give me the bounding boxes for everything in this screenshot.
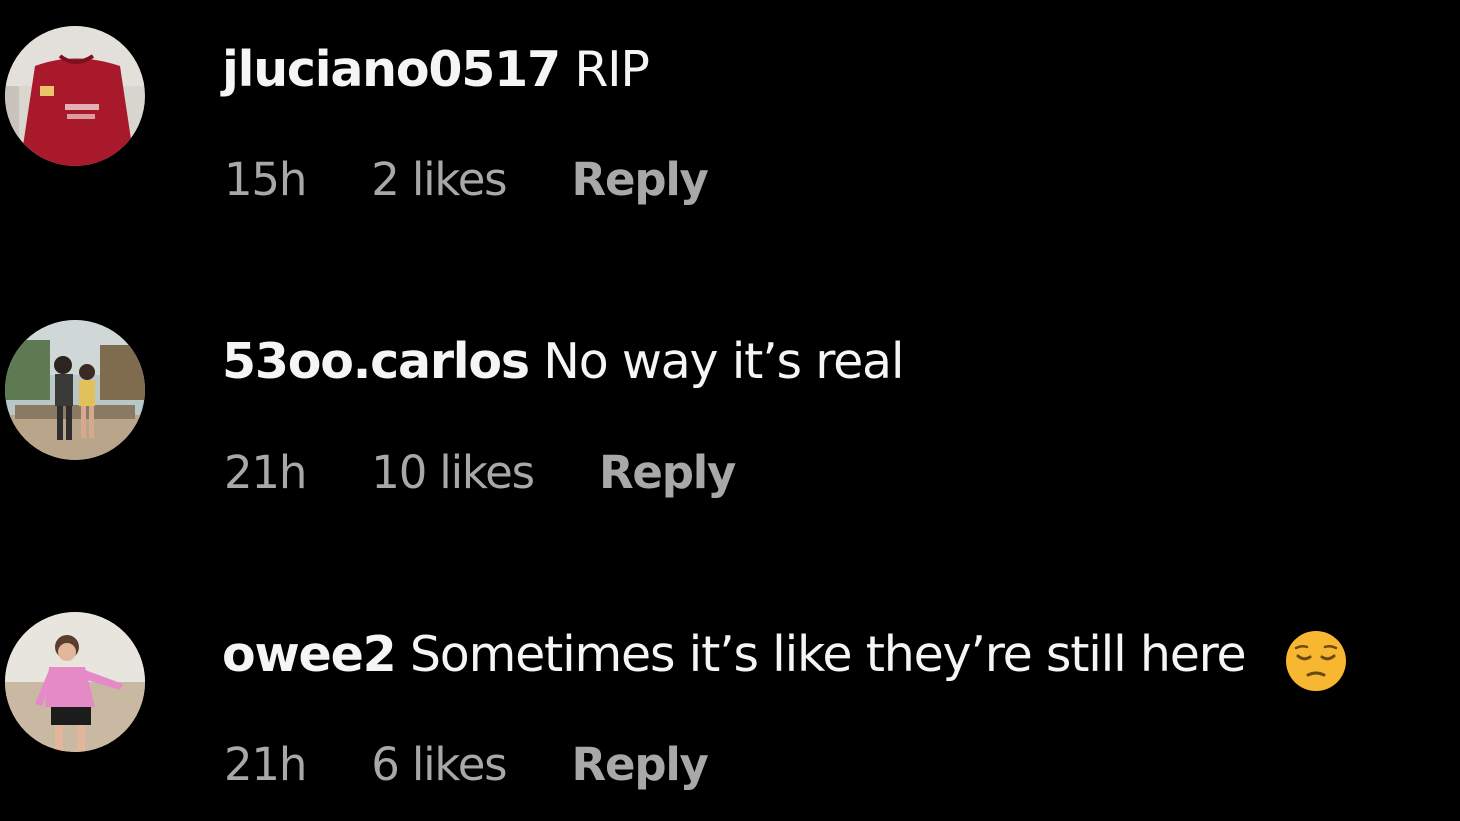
comment-text-line: owee2 Sometimes it’s like they’re still … xyxy=(222,625,1348,691)
comment-body: No way it’s real xyxy=(543,333,904,390)
comment-body: Sometimes it’s like they’re still here xyxy=(409,626,1247,683)
comment-likes-count[interactable]: 6 likes xyxy=(371,737,507,793)
user-avatar[interactable] xyxy=(5,320,145,460)
comment-text-line: jluciano0517 RIP xyxy=(222,40,650,100)
user-avatar[interactable] xyxy=(5,26,145,166)
comment-likes-count[interactable]: 2 likes xyxy=(371,152,507,208)
comment-meta: 21h 6 likes Reply xyxy=(224,737,709,793)
comment-likes-count[interactable]: 10 likes xyxy=(371,445,535,501)
comments-list: jluciano0517 RIP 15h 2 likes Reply 53oo.… xyxy=(0,0,1460,821)
comment-timestamp: 21h xyxy=(224,446,307,499)
comment-body: RIP xyxy=(574,41,650,98)
reply-button[interactable]: Reply xyxy=(572,152,709,208)
comment-username[interactable]: jluciano0517 xyxy=(222,41,561,98)
comment-timestamp: 15h xyxy=(224,153,307,206)
user-avatar[interactable] xyxy=(5,612,145,752)
comment-username[interactable]: 53oo.carlos xyxy=(222,333,530,390)
comment-meta: 21h 10 likes Reply xyxy=(224,445,736,501)
avatar-couple-bench-icon xyxy=(5,320,145,460)
reply-button[interactable]: Reply xyxy=(599,445,736,501)
comment-meta: 15h 2 likes Reply xyxy=(224,152,709,208)
comment-username[interactable]: owee2 xyxy=(222,626,397,683)
comment-text-line: 53oo.carlos No way it’s real xyxy=(222,332,904,392)
avatar-red-jersey-icon xyxy=(5,26,145,166)
avatar-pink-jacket-icon xyxy=(5,612,145,752)
comment-item: owee2 Sometimes it’s like they’re still … xyxy=(0,605,1460,791)
pensive-face-emoji-icon xyxy=(1284,629,1348,693)
reply-button[interactable]: Reply xyxy=(572,737,709,793)
comment-timestamp: 21h xyxy=(224,738,307,791)
comment-item: 53oo.carlos No way it’s real 21h 10 like… xyxy=(0,312,1460,499)
comment-item: jluciano0517 RIP 15h 2 likes Reply xyxy=(0,20,1460,206)
